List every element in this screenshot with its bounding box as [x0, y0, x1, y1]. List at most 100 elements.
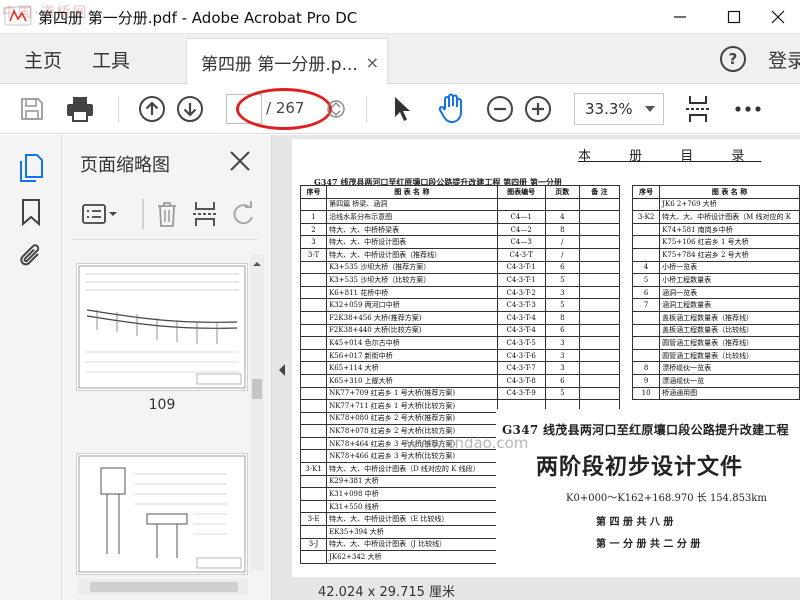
- save-button[interactable]: [16, 93, 48, 125]
- zoom-out-button[interactable]: [484, 93, 516, 125]
- zoom-in-button[interactable]: [522, 93, 554, 125]
- table-cell: 1: [299, 210, 328, 224]
- thumbnail-page-number: 109: [148, 397, 176, 413]
- table-row: 2 特大、大、中桥桥梁表 C4—2 8: [299, 222, 621, 237]
- thumbnails-horizontal-scrollbar[interactable]: [78, 579, 248, 595]
- thumbnails-panel: 页面缩略图 109: [62, 135, 272, 600]
- close-window-button[interactable]: [758, 4, 798, 30]
- table-cell: K31+098 中桥: [326, 487, 498, 501]
- menu-tools[interactable]: 工具: [92, 46, 130, 73]
- bookmarks-button[interactable]: [16, 197, 46, 227]
- table-cell: [578, 285, 621, 300]
- select-tool-button[interactable]: [386, 93, 418, 125]
- page-number-input[interactable]: [226, 94, 262, 124]
- table-cell: 5: [544, 386, 580, 401]
- thumbnails-scrollbar[interactable]: [250, 255, 264, 571]
- table-cell: 涵洞工程数量表: [659, 298, 800, 312]
- window-title: 第四册 第一分册.pdf - Adobe Acrobat Pro DC: [38, 9, 358, 27]
- rotate-page-button[interactable]: [228, 199, 258, 229]
- maximize-button[interactable]: [714, 4, 754, 30]
- table-cell: [299, 436, 328, 451]
- table-row: 3-T 特大、大、中桥设计图表（推荐线） C4-3-T /: [299, 247, 621, 262]
- print-button[interactable]: [64, 93, 96, 125]
- toolbar-separator: [366, 96, 367, 122]
- cover-volume: 第 四 册 共 八 册: [596, 517, 674, 528]
- table-cell: NK78+080 红岩乡 2 号大桥(推荐方案): [326, 411, 498, 426]
- table-cell: [299, 260, 328, 275]
- column-header: 图 表 名 称: [326, 185, 498, 199]
- scroll-up-icon[interactable]: [250, 258, 264, 270]
- bookmark-icon: [22, 199, 40, 226]
- table-cell: [578, 336, 621, 350]
- table-header-row: 序号 图 表 名 称 图表编号 页数 备 注: [299, 185, 621, 199]
- table-cell: C4-3-T-1: [496, 273, 546, 287]
- more-tools-button[interactable]: [732, 93, 764, 125]
- options-menu-icon: [82, 204, 117, 224]
- document-view[interactable]: 本 册 目 录 G347 线茂县两河口至红原壤口段公路提升改建工程 第四册 第一…: [272, 135, 800, 600]
- page-thumbnail[interactable]: [76, 453, 248, 575]
- extract-page-button[interactable]: [190, 199, 220, 229]
- tab-close-icon[interactable]: ×: [366, 53, 379, 72]
- column-header: 图表编号: [496, 185, 546, 199]
- table-cell: 3-E: [299, 512, 328, 527]
- table-cell: 5: [544, 298, 580, 312]
- table-row: K3+535 沙坝大桥（推荐方案） C4-3-T-1 6: [299, 260, 621, 275]
- table-cell: 9: [631, 373, 661, 388]
- fit-page-button[interactable]: [682, 93, 714, 125]
- page-stepper[interactable]: [326, 93, 346, 125]
- table-cell: [578, 348, 621, 363]
- zoom-level-select[interactable]: 33.3%: [574, 93, 664, 125]
- table-cell: C4-3-T-4: [496, 323, 546, 338]
- table-cell: [578, 323, 621, 338]
- menu-home[interactable]: 主页: [24, 46, 62, 73]
- table-cell: 6: [631, 285, 661, 300]
- scrollbar-thumb[interactable]: [252, 379, 262, 399]
- previous-page-button[interactable]: [136, 93, 168, 125]
- table-cell: C4—1: [496, 210, 546, 224]
- page-thumbnails-button[interactable]: [16, 153, 46, 183]
- minimize-button[interactable]: [660, 4, 700, 30]
- help-button[interactable]: ?: [720, 46, 746, 72]
- thumbnail-options-button[interactable]: [80, 199, 120, 229]
- table-cell: [578, 310, 621, 325]
- table-cell: 小桥一览表: [659, 260, 800, 275]
- table-cell: [578, 260, 621, 275]
- table-cell: C4—2: [496, 222, 546, 237]
- collapse-panel-button[interactable]: [276, 359, 288, 381]
- table-cell: [578, 197, 621, 212]
- login-link[interactable]: 登录: [768, 46, 800, 73]
- table-cell: 盖板涵工程数量表（推荐线）: [659, 310, 800, 325]
- toolbar: / 267 33.3%: [0, 84, 800, 134]
- print-icon: [67, 97, 93, 122]
- table-cell: K65+310 上舰大桥: [326, 373, 498, 388]
- table-cell: [299, 285, 328, 300]
- table-row: K75+784 红岩乡 2 号大桥: [631, 247, 800, 262]
- delete-page-button[interactable]: [152, 199, 182, 229]
- hand-tool-button[interactable]: [436, 93, 468, 125]
- table-cell: 漂桥缆伙一览表: [659, 361, 800, 375]
- table-body: JK6 2+769 大桥 3-K2 特大、大、中桥设计图表（M 线对应的 K K74+…: [631, 197, 800, 401]
- table-cell: K75+106 红岩乡 1 号大桥: [659, 235, 800, 249]
- table-row: NK77+709 红岩乡 1 号大桥(推荐方案) C4-3-T-9 5: [299, 386, 621, 401]
- hand-icon: [438, 93, 462, 123]
- table-row: 7 涵洞工程数量表: [631, 298, 800, 312]
- document-tab[interactable]: 第四册 第一分册.p... ×: [186, 38, 388, 84]
- table-cell: [578, 386, 621, 401]
- table-cell: JK6 2+769 大桥: [659, 197, 800, 212]
- close-icon[interactable]: [228, 149, 252, 173]
- minimize-icon: [674, 16, 686, 18]
- table-row: 1 沿线水系分布示意图 C4—1 4: [299, 210, 621, 224]
- chevron-left-icon: [279, 364, 285, 376]
- next-page-button[interactable]: [174, 93, 206, 125]
- table-cell: [299, 449, 328, 464]
- table-cell: [496, 197, 546, 212]
- table-cell: K74+581 南岗乡中桥: [659, 222, 800, 237]
- split-page-icon: [193, 202, 217, 226]
- table-cell: F2K38+456 大桥(推荐方案): [326, 310, 498, 325]
- table-cell: [299, 348, 328, 363]
- scrollbar-thumb[interactable]: [90, 582, 238, 592]
- attachments-button[interactable]: [16, 241, 46, 271]
- table-cell: [578, 373, 621, 388]
- close-icon: [771, 10, 785, 24]
- page-thumbnail[interactable]: [76, 263, 248, 391]
